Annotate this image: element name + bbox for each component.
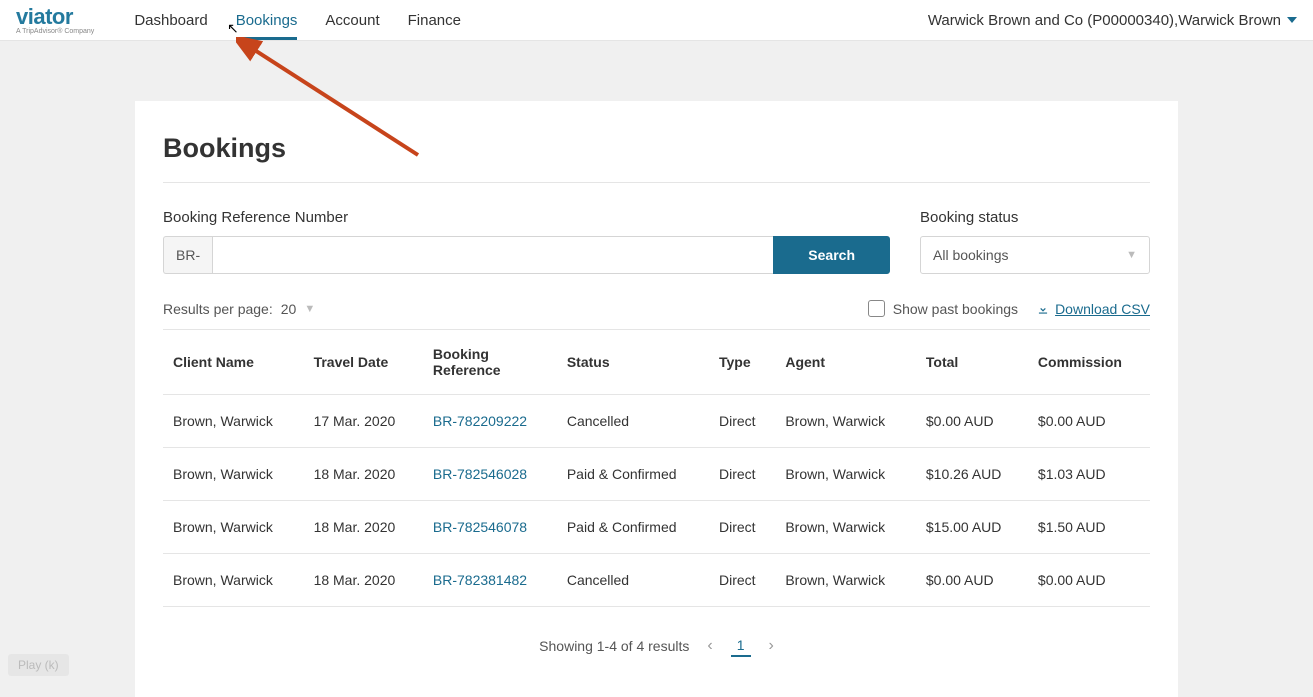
- controls-right: Show past bookings Download CSV: [868, 300, 1150, 317]
- play-overlay: Play (k): [8, 654, 69, 676]
- pagination: Showing 1-4 of 4 results ‹ 1 ›: [163, 635, 1150, 657]
- nav-item-dashboard[interactable]: Dashboard: [134, 0, 207, 40]
- cell-ref[interactable]: BR-782546028: [423, 448, 557, 501]
- show-past-checkbox[interactable]: Show past bookings: [868, 300, 1018, 317]
- search-button[interactable]: Search: [773, 236, 890, 274]
- account-dropdown[interactable]: Warwick Brown and Co (P00000340),Warwick…: [928, 12, 1297, 29]
- table-row: Brown, Warwick18 Mar. 2020BR-782381482Ca…: [163, 554, 1150, 607]
- cell-ref[interactable]: BR-782381482: [423, 554, 557, 607]
- cell-date: 17 Mar. 2020: [304, 395, 423, 448]
- booking-ref-input[interactable]: [212, 236, 773, 274]
- cell-commission: $1.50 AUD: [1028, 501, 1150, 554]
- cell-agent: Brown, Warwick: [775, 395, 916, 448]
- booking-ref-label: Booking Reference Number: [163, 209, 890, 226]
- cell-client: Brown, Warwick: [163, 395, 304, 448]
- table-row: Brown, Warwick18 Mar. 2020BR-782546028Pa…: [163, 448, 1150, 501]
- pagination-page-1[interactable]: 1: [731, 635, 751, 657]
- table-header-cell: Travel Date: [304, 330, 423, 395]
- cell-type: Direct: [709, 501, 775, 554]
- cell-ref[interactable]: BR-782546078: [423, 501, 557, 554]
- cell-total: $0.00 AUD: [916, 395, 1028, 448]
- search-row: Booking Reference Number BR- Search Book…: [163, 209, 1150, 274]
- table-row: Brown, Warwick17 Mar. 2020BR-782209222Ca…: [163, 395, 1150, 448]
- cell-type: Direct: [709, 395, 775, 448]
- cell-total: $0.00 AUD: [916, 554, 1028, 607]
- table-header-cell: Client Name: [163, 330, 304, 395]
- cell-client: Brown, Warwick: [163, 501, 304, 554]
- chevron-down-icon: ▼: [1126, 249, 1137, 261]
- cell-type: Direct: [709, 554, 775, 607]
- table-header-cell: Type: [709, 330, 775, 395]
- caret-down-icon: [1287, 17, 1297, 23]
- bookings-panel: Bookings Booking Reference Number BR- Se…: [135, 101, 1178, 697]
- page-title: Bookings: [163, 133, 1150, 164]
- booking-ref-prefix: BR-: [163, 236, 212, 274]
- booking-ref-group: Booking Reference Number BR- Search: [163, 209, 890, 274]
- cell-agent: Brown, Warwick: [775, 554, 916, 607]
- nav-item-finance[interactable]: Finance: [408, 0, 461, 40]
- table-row: Brown, Warwick18 Mar. 2020BR-782546078Pa…: [163, 501, 1150, 554]
- pagination-next[interactable]: ›: [769, 637, 774, 655]
- cell-status: Paid & Confirmed: [557, 501, 709, 554]
- table-body: Brown, Warwick17 Mar. 2020BR-782209222Ca…: [163, 395, 1150, 607]
- results-per-page-label: Results per page:: [163, 301, 273, 317]
- cell-commission: $0.00 AUD: [1028, 554, 1150, 607]
- content-wrap: Bookings Booking Reference Number BR- Se…: [0, 41, 1313, 697]
- pagination-summary: Showing 1-4 of 4 results: [539, 638, 689, 654]
- nav-item-bookings[interactable]: Bookings: [236, 0, 298, 40]
- cell-status: Cancelled: [557, 395, 709, 448]
- table-header-cell: Total: [916, 330, 1028, 395]
- cell-agent: Brown, Warwick: [775, 501, 916, 554]
- table-header-cell: Status: [557, 330, 709, 395]
- cell-date: 18 Mar. 2020: [304, 501, 423, 554]
- divider: [163, 182, 1150, 183]
- cell-total: $10.26 AUD: [916, 448, 1028, 501]
- table-header-cell: BookingReference: [423, 330, 557, 395]
- booking-status-value: All bookings: [933, 247, 1009, 263]
- cell-status: Paid & Confirmed: [557, 448, 709, 501]
- cell-client: Brown, Warwick: [163, 554, 304, 607]
- cell-date: 18 Mar. 2020: [304, 554, 423, 607]
- booking-ref-input-wrap: BR- Search: [163, 236, 890, 274]
- show-past-label: Show past bookings: [893, 301, 1018, 317]
- cell-type: Direct: [709, 448, 775, 501]
- results-per-page-value[interactable]: 20: [281, 301, 297, 317]
- cell-ref[interactable]: BR-782209222: [423, 395, 557, 448]
- booking-status-group: Booking status All bookings ▼: [920, 209, 1150, 274]
- brand-name: viator: [16, 6, 94, 28]
- top-nav: viator A TripAdvisor® Company Dashboard B…: [0, 0, 1313, 41]
- download-csv-link[interactable]: Download CSV: [1036, 301, 1150, 317]
- account-label: Warwick Brown and Co (P00000340),Warwick…: [928, 12, 1281, 29]
- cell-commission: $0.00 AUD: [1028, 395, 1150, 448]
- cell-agent: Brown, Warwick: [775, 448, 916, 501]
- nav-items: Dashboard Bookings Account Finance: [134, 0, 461, 40]
- brand-logo[interactable]: viator A TripAdvisor® Company: [16, 6, 94, 35]
- download-icon: [1036, 302, 1050, 316]
- pagination-prev[interactable]: ‹: [707, 637, 712, 655]
- table-header-row: Client NameTravel DateBookingReferenceSt…: [163, 330, 1150, 395]
- cell-date: 18 Mar. 2020: [304, 448, 423, 501]
- booking-status-label: Booking status: [920, 209, 1150, 226]
- cell-commission: $1.03 AUD: [1028, 448, 1150, 501]
- cell-status: Cancelled: [557, 554, 709, 607]
- nav-item-account[interactable]: Account: [325, 0, 379, 40]
- table-header-cell: Agent: [775, 330, 916, 395]
- table-header-cell: Commission: [1028, 330, 1150, 395]
- controls-row: Results per page: 20 ▼ Show past booking…: [163, 300, 1150, 317]
- chevron-down-icon[interactable]: ▼: [304, 303, 315, 315]
- brand-tagline: A TripAdvisor® Company: [16, 28, 94, 35]
- cell-total: $15.00 AUD: [916, 501, 1028, 554]
- booking-status-select[interactable]: All bookings ▼: [920, 236, 1150, 274]
- cell-client: Brown, Warwick: [163, 448, 304, 501]
- checkbox-box-icon: [868, 300, 885, 317]
- download-csv-label: Download CSV: [1055, 301, 1150, 317]
- bookings-table: Client NameTravel DateBookingReferenceSt…: [163, 329, 1150, 607]
